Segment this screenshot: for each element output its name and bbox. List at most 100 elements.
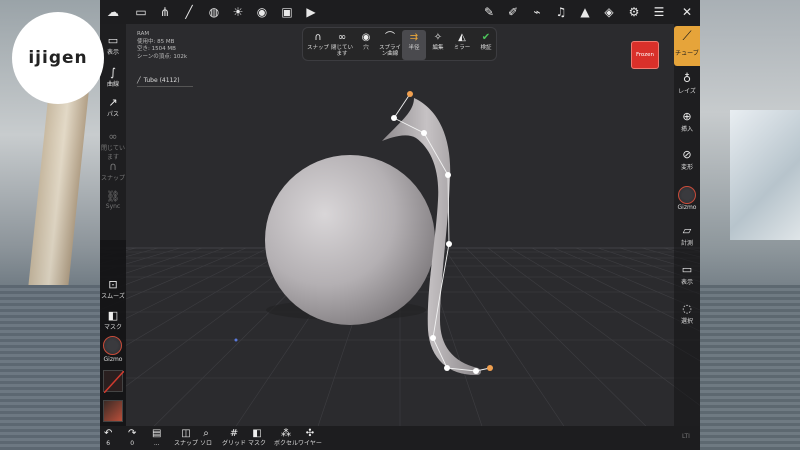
viewport-scene[interactable]	[100, 0, 700, 450]
magnet-icon: ∩	[314, 32, 322, 43]
control-point[interactable]	[430, 335, 436, 341]
left-bottom-tool-label: スムーズ	[101, 293, 125, 300]
window-light	[730, 110, 800, 240]
right-tool-gizmo[interactable]: Gizmo	[674, 184, 700, 211]
bottom-snap[interactable]: ◫ スナップ	[174, 428, 198, 447]
left-tool-label: 曲線	[106, 81, 119, 88]
settings-icon[interactable]: ⚙	[625, 3, 643, 21]
left-bottom-tool-1[interactable]: ◧ マスク	[100, 309, 126, 331]
3d-viewport[interactable]	[100, 0, 700, 450]
palette-magnet[interactable]: ∩ スナップ	[306, 30, 330, 51]
palette-label: 半径	[408, 45, 420, 51]
trumpet-icon[interactable]: ♫	[552, 3, 570, 21]
palette-edit[interactable]: ✧ 編集	[426, 30, 450, 51]
left-tool-rail-bottom	[100, 240, 126, 426]
sphere-mesh[interactable]	[265, 155, 435, 325]
bottom-label: ボクセル	[274, 440, 299, 447]
control-point[interactable]	[445, 172, 451, 178]
stroke-icon[interactable]: ╱	[180, 3, 198, 21]
right-tool-insert[interactable]: ⊕ 挿入	[674, 110, 700, 133]
video-icon[interactable]: ▶	[302, 3, 320, 21]
palette-spline[interactable]: ⌒ スプライン曲線	[378, 30, 402, 57]
folder-icon[interactable]: ▭	[132, 3, 150, 21]
globe-icon[interactable]: ◍	[205, 3, 223, 21]
wire-icon: ✣	[305, 428, 315, 439]
tube-icon: ╱	[137, 77, 141, 84]
sun-icon[interactable]: ☀	[229, 3, 247, 21]
left-tool-0[interactable]: ▭ 表示	[100, 34, 126, 56]
right-tool-transform[interactable]: ⊘ 変形	[674, 148, 700, 171]
bottom-label: ワイヤー	[298, 440, 322, 447]
left-bottom-tool-label: マスク	[103, 324, 122, 331]
tools-icon[interactable]: ✕	[678, 3, 696, 21]
corner-indicator: LTI	[682, 433, 690, 440]
ijigen-logo: ijigen	[12, 12, 104, 104]
bottom-book[interactable]: ▤...	[152, 428, 161, 447]
selected-object-label[interactable]: ╱ Tube (4112)	[137, 77, 180, 84]
triangle-icon[interactable]: ▲	[576, 3, 594, 21]
bottom-search[interactable]: ⌕ ソロ	[200, 428, 212, 447]
bottom-redo[interactable]: ↷ 0	[128, 428, 136, 447]
right-tool-label: 選択	[680, 318, 693, 325]
brush-icon[interactable]: ✐	[504, 3, 522, 21]
bottom-wire[interactable]: ✣ ワイヤー	[298, 428, 322, 447]
color-swatch-primary[interactable]	[103, 370, 125, 394]
gizmo-icon[interactable]	[103, 336, 122, 355]
sliders-icon[interactable]: ☰	[650, 3, 668, 21]
bottom-label: スナップ	[174, 440, 199, 447]
control-point-end[interactable]	[487, 365, 493, 371]
right-tool-ruler[interactable]: ▱ 計測	[674, 224, 700, 247]
bottom-mask[interactable]: ◧ マスク	[248, 428, 266, 447]
control-point-start[interactable]	[407, 91, 413, 97]
pen-icon[interactable]: ✎	[480, 3, 498, 21]
tool-tube-button[interactable]: ⟋ チューブ	[674, 26, 700, 66]
left-tool-label: パス	[106, 111, 119, 118]
control-point[interactable]	[391, 115, 397, 121]
bottom-label: グリッド	[222, 440, 247, 447]
palette-mirror[interactable]: ◭ ミラー	[450, 30, 474, 51]
ram-used: 使用中: 85 MB	[137, 38, 175, 45]
palette-infinity[interactable]: ∞ 閉じています	[330, 30, 354, 57]
bottom-voxel[interactable]: ⁂ ボクセル	[274, 428, 298, 447]
material-icon[interactable]: ◉	[253, 3, 271, 21]
frozen-button[interactable]: Frozen	[631, 41, 659, 69]
right-tool-camera[interactable]: ▭ 表示	[674, 263, 700, 286]
curve-icon: ∫	[110, 66, 116, 79]
tube-tool-palette: ∩ スナップ ∞ 閉じています ◉ 穴 ⌒ スプライン曲線 ⇉ 半径 ✧ 編集 ◭ ミラー ✔ 検証	[302, 27, 497, 61]
palette-radius[interactable]: ⇉ 半径	[402, 30, 426, 60]
right-tool-label: 変形	[680, 164, 693, 171]
bottom-label: 0	[130, 440, 135, 447]
left-tool-label: 閉じています	[100, 145, 125, 161]
left-tool-4[interactable]: ∩ スナップ	[100, 160, 126, 182]
image-icon[interactable]: ▣	[278, 3, 296, 21]
right-tool-label: 挿入	[680, 126, 693, 133]
floor-texture	[700, 285, 800, 450]
color-swatch-secondary[interactable]	[103, 400, 123, 422]
left-tool-3[interactable]: ∞ 閉じています	[100, 130, 126, 161]
right-tool-label: レイズ	[678, 88, 696, 95]
left-tool-1[interactable]: ∫ 曲線	[100, 66, 126, 88]
check-icon: ✔	[481, 32, 491, 43]
bottom-grid[interactable]: # グリッド	[222, 428, 246, 447]
tube-icon: ⟋	[682, 29, 692, 44]
palette-check[interactable]: ✔ 検証	[474, 30, 498, 51]
origin-marker	[234, 338, 238, 342]
left-tool-2[interactable]: ↗ パス	[100, 96, 126, 118]
control-point[interactable]	[473, 368, 479, 374]
control-point[interactable]	[421, 130, 427, 136]
control-point[interactable]	[444, 365, 450, 371]
left-tool-label: Sync	[105, 203, 121, 210]
bottom-undo[interactable]: ↶ 6	[104, 428, 112, 447]
layers-icon[interactable]: ◈	[600, 3, 618, 21]
grid-line	[509, 247, 700, 362]
control-point[interactable]	[446, 241, 452, 247]
left-tool-5[interactable]: ⛓ Sync	[100, 190, 126, 210]
right-tool-vase[interactable]: ♁ レイズ	[674, 72, 700, 95]
palette-eye[interactable]: ◉ 穴	[354, 30, 378, 51]
scene-graph-icon[interactable]: ⋔	[156, 3, 174, 21]
cloud-icon[interactable]: ☁	[104, 3, 122, 21]
eyedropper-icon[interactable]: ⌁	[528, 3, 546, 21]
right-tool-select[interactable]: ◌ 選択	[674, 302, 700, 325]
mask-icon: ◧	[252, 428, 262, 439]
left-bottom-tool-0[interactable]: ⊡ スムーズ	[100, 278, 126, 300]
